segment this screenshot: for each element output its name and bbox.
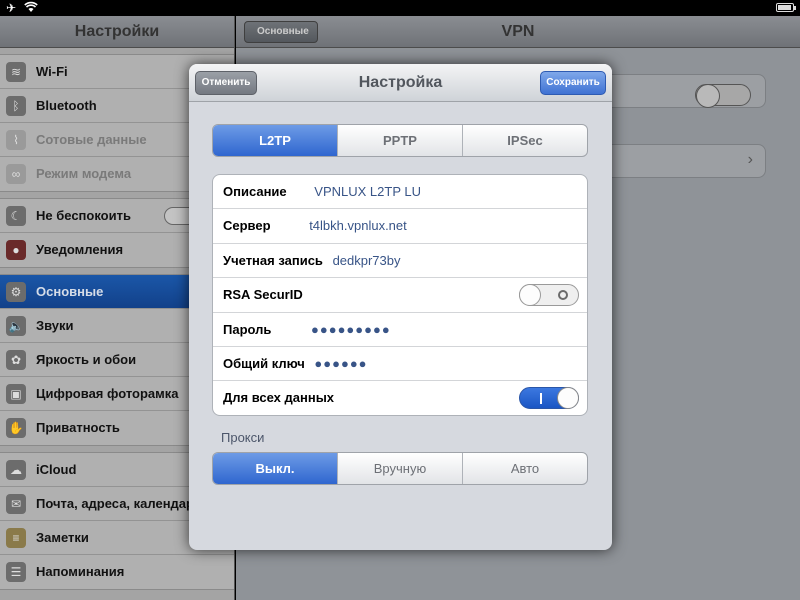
sidebar-item-label: Не беспокоить bbox=[36, 208, 131, 223]
chevron-right-icon: › bbox=[747, 151, 753, 168]
send-all-traffic-toggle[interactable] bbox=[519, 387, 579, 410]
vpn-type-pptp[interactable]: PPTP bbox=[337, 125, 462, 156]
account-row[interactable]: Учетная запись dedkpr73by bbox=[213, 244, 587, 279]
server-field[interactable]: t4lbkh.vpnlux.net bbox=[309, 218, 407, 233]
sidebar-item-label: Цифровая фоторамка bbox=[36, 386, 179, 401]
sidebar-item-label: Сотовые данные bbox=[36, 132, 147, 147]
sidebar-item-label: Приватность bbox=[36, 420, 120, 435]
cellular-icon: ⌇ bbox=[6, 130, 26, 150]
status-bar: ✈ bbox=[0, 0, 800, 16]
proxy-segmented-control: Выкл. Вручную Авто bbox=[212, 452, 588, 485]
password-label: Пароль bbox=[223, 321, 272, 337]
speaker-icon: 🔈 bbox=[6, 316, 26, 336]
rsa-securid-toggle[interactable] bbox=[519, 284, 579, 307]
account-field[interactable]: dedkpr73by bbox=[333, 253, 401, 268]
sidebar-item-label: Почта, адреса, календари bbox=[36, 496, 202, 511]
rsa-securid-row: RSA SecurID bbox=[213, 278, 587, 313]
send-all-traffic-label: Для всех данных bbox=[223, 390, 335, 406]
sidebar-item-reminders[interactable]: ☰ Напоминания bbox=[0, 555, 234, 589]
account-label: Учетная запись bbox=[223, 252, 323, 268]
hand-icon: ✋ bbox=[6, 418, 26, 438]
vpn-type-ipsec[interactable]: IPSec bbox=[462, 125, 587, 156]
sidebar-title: Настройки bbox=[0, 16, 234, 48]
moon-icon: ☾ bbox=[6, 206, 26, 226]
picture-frame-icon: ▣ bbox=[6, 384, 26, 404]
rsa-securid-label: RSA SecurID bbox=[223, 287, 303, 303]
server-label: Сервер bbox=[223, 218, 271, 234]
flower-icon: ✿ bbox=[6, 350, 26, 370]
notifications-icon: ● bbox=[6, 240, 26, 260]
battery-icon bbox=[776, 3, 796, 12]
toggle-on-mark-icon bbox=[540, 393, 542, 405]
toggle-off-mark-icon bbox=[558, 290, 568, 301]
vpn-form: Описание VPNLUX L2TP LU Сервер t4lbkh.vp… bbox=[212, 174, 588, 416]
sidebar-item-label: Звуки bbox=[36, 318, 74, 333]
send-all-traffic-row: Для всех данных bbox=[213, 381, 587, 415]
gear-icon: ⚙ bbox=[6, 282, 26, 302]
bluetooth-icon: ᛒ bbox=[6, 96, 26, 116]
sidebar-item-label: Яркость и обои bbox=[36, 352, 137, 367]
modal-header: Отменить Настройка Сохранить bbox=[189, 64, 612, 102]
cloud-icon: ☁ bbox=[6, 460, 26, 480]
proxy-manual[interactable]: Вручную bbox=[337, 453, 462, 484]
detail-header: Основные VPN bbox=[236, 16, 800, 48]
vpn-config-modal: Отменить Настройка Сохранить L2TP PPTP I… bbox=[189, 64, 612, 550]
sidebar-item-label: Уведомления bbox=[36, 242, 124, 257]
shared-secret-row[interactable]: Общий ключ ●●●●●● bbox=[213, 347, 587, 382]
description-label: Описание bbox=[223, 184, 287, 199]
description-row[interactable]: Описание VPNLUX L2TP LU bbox=[213, 175, 587, 210]
hotspot-icon: ∞ bbox=[6, 164, 26, 184]
sidebar-item-label: Основные bbox=[36, 284, 104, 299]
shared-secret-field[interactable]: ●●●●●● bbox=[314, 356, 367, 371]
server-row[interactable]: Сервер t4lbkh.vpnlux.net bbox=[213, 209, 587, 244]
toggle-knob bbox=[557, 387, 579, 410]
sidebar-item-label: Заметки bbox=[36, 530, 89, 545]
password-field[interactable]: ●●●●●●●●● bbox=[311, 322, 391, 337]
detail-title: VPN bbox=[501, 23, 535, 40]
toggle-knob bbox=[519, 284, 541, 307]
sidebar-item-label: Напоминания bbox=[36, 564, 125, 579]
notes-icon: ≡ bbox=[6, 528, 26, 548]
vpn-toggle[interactable] bbox=[695, 84, 751, 108]
sidebar-item-label: Bluetooth bbox=[36, 98, 97, 113]
proxy-off[interactable]: Выкл. bbox=[213, 453, 337, 484]
mail-icon: ✉ bbox=[6, 494, 26, 514]
shared-secret-label: Общий ключ bbox=[223, 355, 305, 371]
wifi-icon: ≋ bbox=[6, 62, 26, 82]
description-field[interactable]: VPNLUX L2TP LU bbox=[314, 184, 421, 199]
sidebar-item-label: Wi-Fi bbox=[36, 64, 68, 79]
vpn-type-l2tp[interactable]: L2TP bbox=[213, 125, 337, 156]
reminders-icon: ☰ bbox=[6, 562, 26, 582]
save-button[interactable]: Сохранить bbox=[540, 71, 606, 95]
proxy-auto[interactable]: Авто bbox=[462, 453, 587, 484]
wifi-signal-icon bbox=[24, 1, 38, 16]
vpn-type-segmented-control: L2TP PPTP IPSec bbox=[212, 124, 588, 157]
password-row[interactable]: Пароль ●●●●●●●●● bbox=[213, 313, 587, 347]
airplane-icon: ✈ bbox=[6, 1, 17, 15]
sidebar-item-label: iCloud bbox=[36, 462, 77, 477]
proxy-section-label: Прокси bbox=[221, 430, 265, 445]
sidebar-item-label: Режим модема bbox=[36, 166, 132, 181]
